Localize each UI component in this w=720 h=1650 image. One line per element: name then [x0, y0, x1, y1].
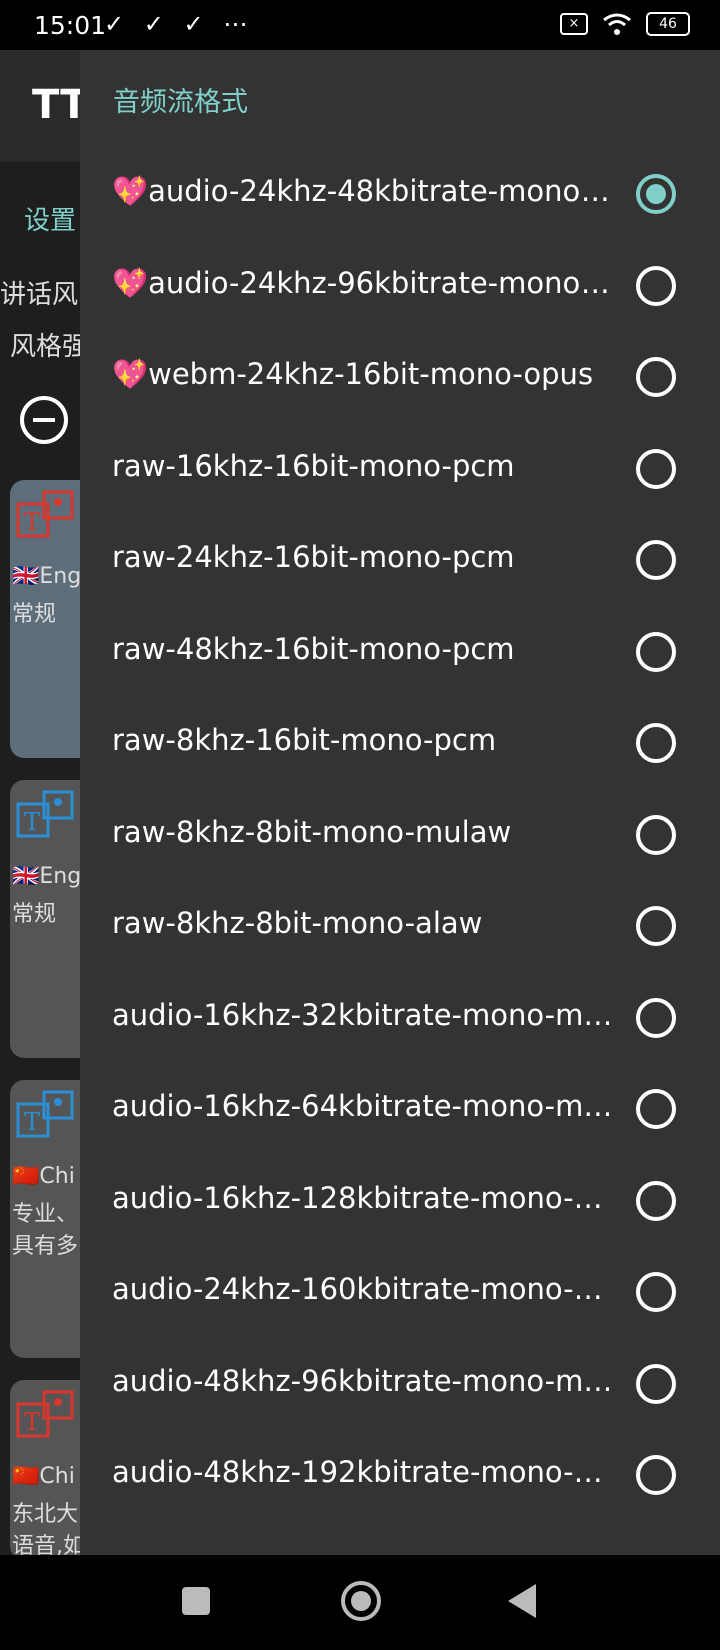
radio-button[interactable] — [636, 1363, 676, 1404]
card-description: 东北大 — [12, 1502, 79, 1527]
format-option-label: audio-24khz-160kbitrate-mono-mp3 — [112, 1272, 614, 1306]
format-option[interactable]: audio-48khz-96kbitrate-mono-mp3 — [80, 1336, 720, 1432]
radio-button[interactable] — [636, 357, 676, 397]
format-option[interactable]: raw-48khz-16bit-mono-pcm — [80, 604, 720, 700]
format-name: raw-48khz-16bit-mono-pcm — [112, 631, 515, 666]
format-name: audio-16khz-32kbitrate-mono-mp3 — [112, 997, 614, 1032]
speaking-style-label: 讲话风 — [0, 280, 79, 310]
format-option-label: audio-16khz-128kbitrate-mono-mp3 — [112, 1181, 614, 1215]
dialog-title: 音频流格式 — [113, 87, 248, 118]
tts-icon: T — [16, 790, 74, 838]
format-option[interactable]: raw-24khz-16bit-mono-pcm — [80, 512, 720, 608]
format-name: audio-16khz-64kbitrate-mono-mp3 — [112, 1089, 614, 1123]
wifi-icon — [603, 13, 631, 35]
radio-button[interactable] — [636, 1089, 676, 1129]
status-right-icons: × 46 — [560, 12, 690, 36]
format-option-label: audio-48khz-192kbitrate-mono-mp3 — [112, 1455, 614, 1489]
format-name: audio-24khz-48kbitrate-mono-mp3 — [148, 174, 614, 208]
format-option-label: 💖audio-24khz-48kbitrate-mono-mp3 — [112, 174, 614, 209]
format-option[interactable]: raw-8khz-8bit-mono-mulaw — [80, 787, 720, 883]
settings-tab[interactable]: 设置 — [24, 200, 76, 237]
format-name: audio-24khz-96kbitrate-mono-mp3 — [148, 265, 614, 300]
battery-icon: 46 — [646, 12, 690, 36]
format-option-label: audio-48khz-96kbitrate-mono-mp3 — [112, 1364, 614, 1398]
radio-button[interactable] — [636, 265, 676, 306]
format-name: webm-24khz-16bit-mono-opus — [148, 357, 594, 391]
format-name: audio-48khz-192kbitrate-mono-mp3 — [112, 1455, 614, 1489]
radio-button[interactable] — [636, 814, 676, 855]
format-option-label: raw-8khz-16bit-mono-pcm — [112, 723, 496, 757]
format-option-label: raw-8khz-8bit-mono-alaw — [112, 906, 482, 940]
svg-text:T: T — [24, 808, 40, 836]
card-description: 具有多 — [12, 1234, 79, 1259]
sim-off-icon: × — [560, 13, 588, 35]
format-name: raw-8khz-8bit-mono-alaw — [112, 906, 483, 940]
sparkling-heart-icon: 💖 — [112, 265, 149, 300]
card-style: 常规 — [12, 602, 57, 627]
format-option[interactable]: audio-48khz-192kbitrate-mono-mp3 — [80, 1427, 720, 1523]
audio-format-dialog: 音频流格式 💖audio-24khz-48kbitrate-mono-mp3 💖a… — [80, 50, 720, 1555]
navigation-bar — [0, 1555, 720, 1650]
format-option[interactable]: raw-8khz-16bit-mono-pcm — [80, 695, 720, 791]
format-option[interactable]: audio-16khz-128kbitrate-mono-mp3 — [80, 1153, 720, 1249]
card-language: 🇬🇧Eng — [12, 864, 82, 889]
format-name: raw-16khz-16bit-mono-pcm — [112, 448, 515, 483]
radio-button[interactable] — [636, 723, 676, 763]
card-language: 🇨🇳Chi — [12, 1164, 75, 1189]
radio-button[interactable] — [636, 540, 676, 580]
format-name: raw-8khz-16bit-mono-pcm — [112, 723, 497, 757]
radio-button[interactable] — [636, 1180, 676, 1221]
tts-icon: T — [16, 1390, 74, 1438]
radio-button[interactable] — [636, 1455, 676, 1495]
svg-text:T: T — [24, 508, 40, 536]
radio-button[interactable] — [636, 448, 676, 489]
format-option[interactable]: 💖webm-24khz-16bit-mono-opus — [80, 329, 720, 425]
format-name: raw-8khz-8bit-mono-mulaw — [112, 814, 512, 849]
radio-button[interactable] — [636, 631, 676, 672]
sparkling-heart-icon: 💖 — [112, 357, 149, 391]
svg-text:T: T — [24, 1108, 40, 1136]
notification-icons: ✓ ✓ ✓ ⋯ — [104, 10, 254, 38]
home-button[interactable] — [341, 1581, 381, 1621]
status-time: 15:01 — [34, 11, 107, 40]
format-option-label: 💖webm-24khz-16bit-mono-opus — [112, 357, 593, 392]
tts-icon: T — [16, 1090, 74, 1138]
format-option[interactable]: 💖audio-24khz-96kbitrate-mono-mp3 — [80, 238, 720, 334]
card-language: 🇬🇧Eng — [12, 564, 82, 589]
format-option-label: audio-16khz-32kbitrate-mono-mp3 — [112, 998, 614, 1032]
format-option[interactable]: audio-16khz-64kbitrate-mono-mp3 — [80, 1061, 720, 1157]
format-option-label: raw-16khz-16bit-mono-pcm — [112, 449, 515, 483]
status-bar: 15:01 ✓ ✓ ✓ ⋯ × 46 — [0, 0, 720, 50]
format-option[interactable]: 💖audio-24khz-48kbitrate-mono-mp3 — [80, 146, 720, 242]
format-name: raw-24khz-16bit-mono-pcm — [112, 540, 515, 574]
radio-button[interactable] — [636, 1272, 676, 1312]
minus-icon[interactable] — [20, 396, 68, 444]
style-strength-label: 风格强 — [10, 332, 89, 362]
format-name: audio-48khz-96kbitrate-mono-mp3 — [112, 1363, 614, 1398]
format-option-label: raw-24khz-16bit-mono-pcm — [112, 540, 515, 574]
svg-text:T: T — [24, 1408, 40, 1436]
format-option-label: raw-48khz-16bit-mono-pcm — [112, 632, 515, 666]
recents-button[interactable] — [182, 1587, 210, 1615]
format-option-label: audio-16khz-64kbitrate-mono-mp3 — [112, 1089, 614, 1123]
tts-icon: T — [16, 490, 74, 538]
back-button[interactable] — [508, 1584, 536, 1618]
card-style: 常规 — [12, 902, 57, 927]
format-option[interactable]: raw-8khz-8bit-mono-alaw — [80, 878, 720, 974]
format-option[interactable]: audio-24khz-160kbitrate-mono-mp3 — [80, 1244, 720, 1340]
card-description: 专业、 — [12, 1202, 79, 1227]
format-option[interactable]: raw-16khz-16bit-mono-pcm — [80, 421, 720, 517]
format-name: audio-24khz-160kbitrate-mono-mp3 — [112, 1272, 614, 1306]
radio-button[interactable] — [636, 906, 676, 946]
format-option[interactable]: audio-16khz-32kbitrate-mono-mp3 — [80, 970, 720, 1066]
format-option-label: 💖audio-24khz-96kbitrate-mono-mp3 — [112, 266, 614, 301]
radio-button[interactable] — [636, 997, 676, 1038]
format-option-label: raw-8khz-8bit-mono-mulaw — [112, 815, 511, 849]
card-language: 🇨🇳Chi — [12, 1464, 75, 1489]
sparkling-heart-icon: 💖 — [112, 174, 149, 208]
radio-button[interactable] — [636, 174, 676, 214]
format-name: audio-16khz-128kbitrate-mono-mp3 — [112, 1180, 614, 1215]
